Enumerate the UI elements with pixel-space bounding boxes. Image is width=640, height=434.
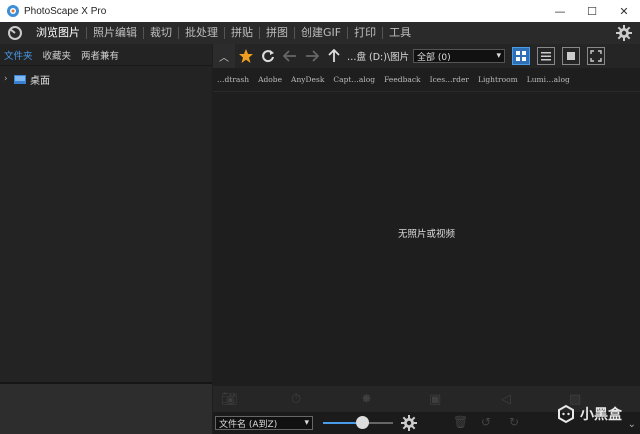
subfolder-item[interactable]: Feedback (384, 75, 421, 84)
menu-create-gif[interactable]: 创建GIF (295, 22, 347, 44)
folder-panel-tabs: 文件夹 收藏夹 两者兼有 (0, 44, 212, 66)
tree-item-label: 桌面 (30, 75, 50, 87)
browser-toolbar: ︿ …盘 (D:)\图片 全部 (0) ▾ (213, 44, 640, 68)
parent-folder-arrow-icon[interactable] (323, 46, 345, 66)
chevron-down-icon[interactable]: ⌄ (628, 419, 636, 430)
grid-view-icon (516, 51, 526, 61)
sound-icon[interactable]: ◁ (501, 392, 511, 407)
folder-panel: 文件夹 收藏夹 两者兼有 › 桌面 (0, 44, 212, 434)
refresh-icon[interactable] (257, 46, 279, 66)
main-menu-bar: 浏览图片 照片编辑 裁切 批处理 拼贴 拼图 创建GIF 打印 工具 (0, 22, 640, 44)
forward-arrow-icon[interactable] (301, 46, 323, 66)
thumbnail-size-slider[interactable] (323, 416, 393, 429)
close-button[interactable]: ✕ (608, 0, 640, 22)
rotate-right-icon[interactable]: ↻ (509, 415, 519, 429)
app-logo-icon (7, 5, 19, 17)
menu-combine[interactable]: 拼图 (260, 22, 294, 44)
preview-pane (0, 384, 212, 434)
current-path[interactable]: …盘 (D:)\图片 (347, 49, 413, 63)
list-view-icon (541, 52, 551, 61)
menu-crop[interactable]: 裁切 (144, 22, 178, 44)
watermark-logo-icon (558, 404, 574, 424)
view-grid-button[interactable] (512, 47, 530, 65)
menu-batch[interactable]: 批处理 (179, 22, 224, 44)
shutter-icon[interactable]: ✸ (361, 392, 372, 407)
home-button[interactable] (0, 22, 30, 44)
watermark: 小黑盒 (556, 404, 622, 424)
title-bar: PhotoScape X Pro — ☐ ✕ (0, 0, 640, 22)
rotate-left-icon[interactable]: ↺ (481, 415, 491, 429)
photoscape-logo-icon (8, 26, 22, 40)
thumbnail-area[interactable]: 无照片或视频 (213, 92, 640, 382)
menu-collage[interactable]: 拼贴 (225, 22, 259, 44)
tree-item-desktop[interactable]: › 桌面 (0, 72, 212, 87)
subfolder-item[interactable]: Capt…alog (333, 75, 375, 84)
fullscreen-button[interactable] (587, 47, 605, 65)
folder-tree: › 桌面 (0, 66, 212, 384)
menu-photo-edit[interactable]: 照片编辑 (87, 22, 143, 44)
camera-icon[interactable]: 📷︎ (221, 392, 238, 407)
menu-browse[interactable]: 浏览图片 (30, 22, 86, 44)
thumbnail-settings-gear-icon[interactable] (401, 415, 417, 431)
sort-value: 文件名 (A到Z) (219, 419, 278, 430)
favorite-star-icon[interactable] (235, 46, 257, 66)
empty-message: 无照片或视频 (397, 229, 455, 240)
iso-icon[interactable]: ▣ (429, 392, 441, 407)
tab-folders[interactable]: 文件夹 (4, 48, 33, 62)
timer-icon[interactable]: ⏱︎ (291, 392, 301, 407)
dropdown-arrow-icon: ▾ (496, 51, 501, 61)
single-view-icon (567, 52, 575, 60)
minimize-button[interactable]: — (544, 0, 576, 22)
slider-thumb[interactable] (355, 416, 369, 429)
file-type-filter-select[interactable]: 全部 (0) ▾ (413, 49, 505, 63)
view-list-button[interactable] (537, 47, 555, 65)
desktop-folder-icon (14, 74, 26, 84)
window-title: PhotoScape X Pro (24, 5, 107, 17)
browser-main: ︿ …盘 (D:)\图片 全部 (0) ▾ …dtrash Adobe AnyD… (213, 44, 640, 434)
maximize-button[interactable]: ☐ (576, 0, 608, 22)
subfolder-item[interactable]: …dtrash (217, 75, 249, 84)
tab-both[interactable]: 两者兼有 (81, 48, 119, 62)
fullscreen-icon (590, 50, 602, 62)
subfolder-item[interactable]: Lightroom (478, 75, 518, 84)
tab-favorites[interactable]: 收藏夹 (43, 48, 72, 62)
subfolder-item[interactable]: Ices…rder (430, 75, 469, 84)
subfolder-item[interactable]: Adobe (258, 75, 282, 84)
filter-value: 全部 (0) (417, 52, 451, 63)
sort-order-select[interactable]: 文件名 (A到Z) ▾ (215, 416, 313, 430)
view-single-button[interactable] (562, 47, 580, 65)
menu-tools[interactable]: 工具 (383, 22, 417, 44)
delete-icon[interactable]: 🗑︎ (453, 415, 468, 429)
watermark-text: 小黑盒 (580, 407, 622, 423)
back-arrow-icon[interactable] (279, 46, 301, 66)
menu-print[interactable]: 打印 (348, 22, 382, 44)
subfolder-item[interactable]: Lumi…alog (527, 75, 570, 84)
scroll-up-button[interactable]: ︿ (213, 44, 235, 68)
expand-chevron-icon[interactable]: › (4, 74, 14, 84)
subfolder-item[interactable]: AnyDesk (291, 75, 324, 84)
settings-gear-icon[interactable] (616, 25, 632, 41)
subfolder-strip: …dtrash Adobe AnyDesk Capt…alog Feedback… (213, 68, 640, 92)
dropdown-arrow-icon: ▾ (304, 418, 309, 428)
